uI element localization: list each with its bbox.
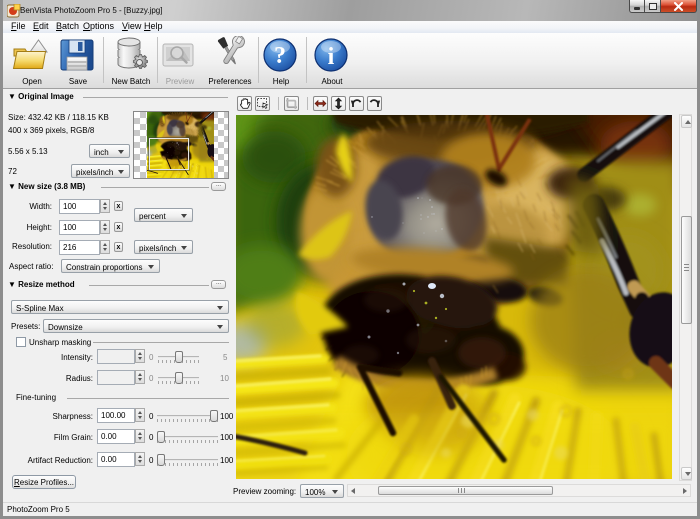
svg-text:?: ? — [274, 43, 286, 69]
svg-text:i: i — [328, 44, 335, 70]
